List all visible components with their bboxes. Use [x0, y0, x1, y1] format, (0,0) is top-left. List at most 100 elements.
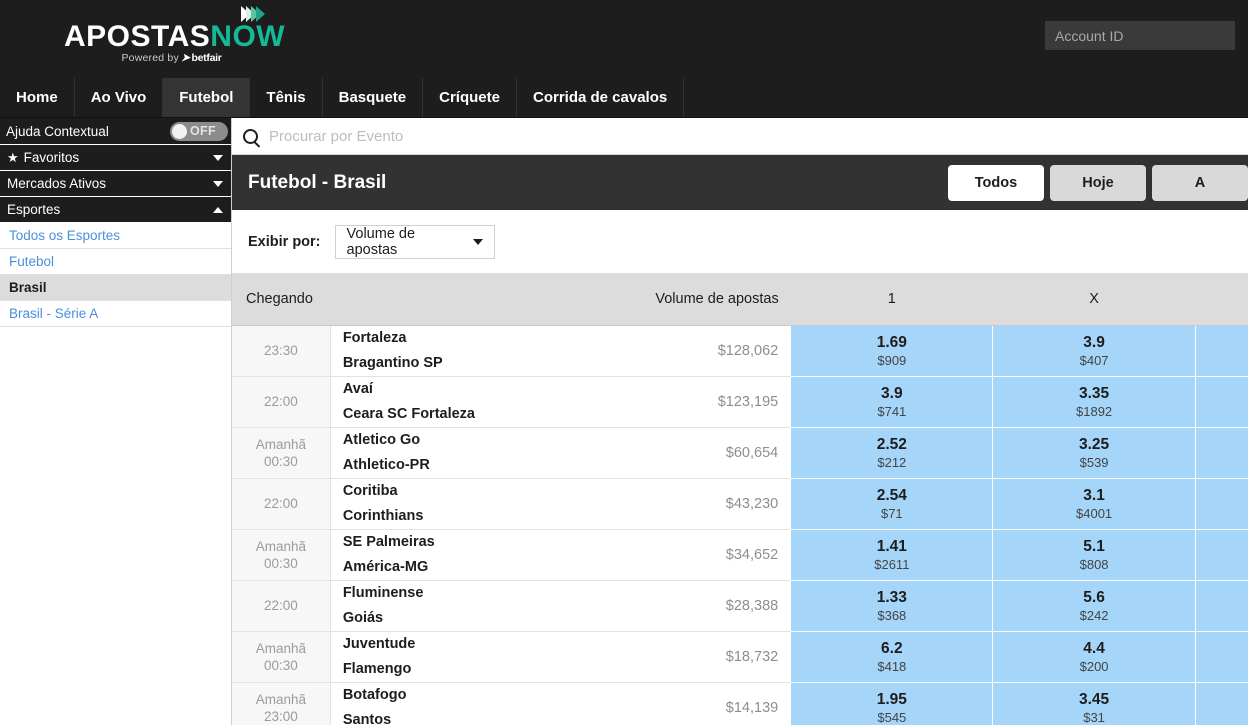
event-names-cell[interactable]: SE Palmeiras América-MG	[330, 529, 655, 581]
sidebar-panel-esportes[interactable]: Esportes	[0, 197, 231, 223]
logo-word-apostas: APOSTAS	[64, 20, 211, 53]
event-names-cell[interactable]: Atletico Go Athletico-PR	[330, 427, 655, 479]
main-content: Futebol - Brasil Todos Hoje A Exibir por…	[232, 118, 1248, 725]
sort-select[interactable]: Volume de apostas	[334, 224, 495, 259]
search-bar	[232, 118, 1248, 156]
odds-cell-1[interactable]: 6.2 $418	[790, 631, 994, 683]
powered-by-text: Powered by	[121, 52, 179, 64]
event-day-label: Amanhã	[255, 691, 307, 707]
table-row[interactable]: Amanhã 00:30 Atletico Go Athletico-PR $60,65…	[232, 427, 1248, 479]
odds-cell-2[interactable]: 1.55$449	[1194, 631, 1248, 683]
table-row[interactable]: 23:30 Fortaleza Bragantino SP $128,062 1.69 $…	[232, 325, 1248, 377]
odds-cell-2[interactable]: 3$1498	[1194, 427, 1248, 479]
filter-button-amanha[interactable]: A	[1152, 164, 1248, 201]
odds-cell-2[interactable]: 7.8$1228	[1194, 529, 1248, 581]
column-header-event	[330, 273, 655, 326]
sidebar-panel-favoritos[interactable]: ★ Favoritos	[0, 145, 231, 171]
odds-price: 3.1	[1083, 486, 1105, 504]
nav-item-ao-vivo[interactable]: Ao Vivo	[75, 78, 164, 117]
filter-button-todos[interactable]: Todos	[948, 164, 1044, 201]
odds-cell-2[interactable]: 3.15$231	[1194, 478, 1248, 530]
contextual-help-row: Ajuda Contextual OFF	[0, 118, 231, 145]
odds-stake: $808	[1079, 556, 1109, 572]
odds-cell-2[interactable]: 5.6$202	[1194, 325, 1248, 377]
sidebar-panel-mercados-ativos[interactable]: Mercados Ativos	[0, 171, 231, 197]
home-team-label: Avaí	[342, 380, 373, 397]
odds-price: 4.2	[1196, 690, 1248, 709]
odds-cell-1[interactable]: 2.54 $71	[790, 478, 994, 530]
odds-cell-x[interactable]: 3.35 $1892	[992, 376, 1196, 428]
odds-cell-1[interactable]: 3.9 $741	[790, 376, 994, 428]
odds-stake: $909	[877, 352, 907, 368]
home-team-label: Fortaleza	[342, 329, 407, 346]
nav-label: Tênis	[266, 89, 306, 106]
odds-cell-x[interactable]: 5.6 $242	[992, 580, 1196, 632]
odds-stake: $1892	[1076, 403, 1113, 419]
odds-cell-1[interactable]: 1.41 $2611	[790, 529, 994, 581]
odds-price: 3.25	[1078, 435, 1110, 453]
nav-item-home[interactable]: Home	[0, 78, 75, 117]
odds-stake: $449	[1196, 658, 1248, 675]
odds-cell-x[interactable]: 3.1 $4001	[992, 478, 1196, 530]
sidebar-link-label: Brasil	[9, 280, 47, 295]
odds-price: 10.5	[1196, 588, 1248, 607]
odds-stake: $200	[1079, 658, 1109, 674]
event-names-cell[interactable]: Coritiba Corinthians	[330, 478, 655, 530]
odds-cell-2[interactable]: 4.2$308	[1194, 682, 1248, 725]
site-logo[interactable]: APOSTASNOW Powered by ➤betfair	[64, 2, 285, 64]
account-id-input[interactable]	[1045, 21, 1235, 50]
nav-item-tenis[interactable]: Tênis	[250, 78, 323, 117]
nav-item-criquete[interactable]: Críquete	[423, 78, 517, 117]
column-header-volume: Volume de apostas	[654, 273, 791, 326]
column-header-odd-x: X	[992, 273, 1196, 326]
markets-table: Chegando Volume de apostas 1 X 2 23:30 Fo…	[232, 273, 1248, 725]
markets-table-wrapper: Chegando Volume de apostas 1 X 2 23:30 Fo…	[232, 273, 1248, 725]
nav-item-futebol[interactable]: Futebol	[163, 78, 251, 117]
odds-cell-1[interactable]: 1.69 $909	[790, 325, 994, 377]
odds-cell-x[interactable]: 4.4 $200	[992, 631, 1196, 683]
logo-word-now: NOW	[210, 20, 286, 53]
sidebar-item-futebol[interactable]: Futebol	[0, 249, 231, 275]
event-names-cell[interactable]: Avaí Ceara SC Fortaleza	[330, 376, 655, 428]
event-names-cell[interactable]: Juventude Flamengo	[330, 631, 655, 683]
table-row[interactable]: 22:00 Coritiba Corinthians $43,230 2.54 $71 3.…	[232, 478, 1248, 530]
column-header-odd-1: 1	[790, 273, 993, 326]
nav-item-basquete[interactable]: Basquete	[323, 78, 424, 117]
odds-price: 1.55	[1196, 639, 1248, 658]
table-row[interactable]: 22:00 Avaí Ceara SC Fortaleza $123,195 3.9 $7…	[232, 376, 1248, 428]
event-time-cell: 22:00	[232, 376, 331, 428]
search-icon	[243, 128, 258, 144]
table-row[interactable]: Amanhã 23:00 Botafogo Santos $14,139 1.95 $545…	[232, 682, 1248, 725]
nav-label: Críquete	[439, 89, 500, 106]
odds-cell-x[interactable]: 3.25 $539	[992, 427, 1196, 479]
odds-cell-2[interactable]: 2.08$1012	[1194, 376, 1248, 428]
odds-stake: $1228	[1196, 556, 1248, 573]
contextual-help-toggle[interactable]: OFF	[170, 121, 228, 141]
search-input[interactable]	[269, 127, 1248, 145]
odds-stake: $2611	[874, 556, 910, 572]
odds-price: 1.69	[876, 333, 907, 351]
sidebar-item-brasil[interactable]: Brasil	[0, 275, 231, 301]
odds-stake: $741	[877, 403, 907, 419]
sidebar-item-todos-os-esportes[interactable]: Todos os Esportes	[0, 223, 231, 249]
odds-cell-2[interactable]: 10.5$224	[1194, 580, 1248, 632]
nav-item-corrida-de-cavalos[interactable]: Corrida de cavalos	[517, 78, 685, 117]
odds-cell-1[interactable]: 1.95 $545	[790, 682, 994, 725]
event-names-cell[interactable]: Botafogo Santos	[330, 682, 655, 725]
table-row[interactable]: Amanhã 00:30 Juventude Flamengo $18,732 6.2 $4…	[232, 631, 1248, 683]
sidebar-item-brasil-serie-a[interactable]: Brasil - Série A	[0, 301, 231, 327]
odds-cell-x[interactable]: 5.1 $808	[992, 529, 1196, 581]
odds-cell-1[interactable]: 1.33 $368	[790, 580, 994, 632]
nav-label: Ao Vivo	[90, 89, 147, 106]
event-names-cell[interactable]: Fortaleza Bragantino SP	[330, 325, 655, 377]
odds-cell-x[interactable]: 3.9 $407	[992, 325, 1196, 377]
table-row[interactable]: Amanhã 00:30 SE Palmeiras América-MG $34,652…	[232, 529, 1248, 581]
matched-volume-cell: $34,652	[654, 529, 791, 581]
home-team-label: Botafogo	[342, 686, 407, 703]
odds-cell-x[interactable]: 3.45 $31	[992, 682, 1196, 725]
star-icon: ★	[7, 150, 19, 165]
odds-cell-1[interactable]: 2.52 $212	[790, 427, 994, 479]
table-row[interactable]: 22:00 Fluminense Goiás $28,388 1.33 $368 5.6 $2…	[232, 580, 1248, 632]
filter-button-hoje[interactable]: Hoje	[1050, 164, 1146, 201]
event-names-cell[interactable]: Fluminense Goiás	[330, 580, 655, 632]
